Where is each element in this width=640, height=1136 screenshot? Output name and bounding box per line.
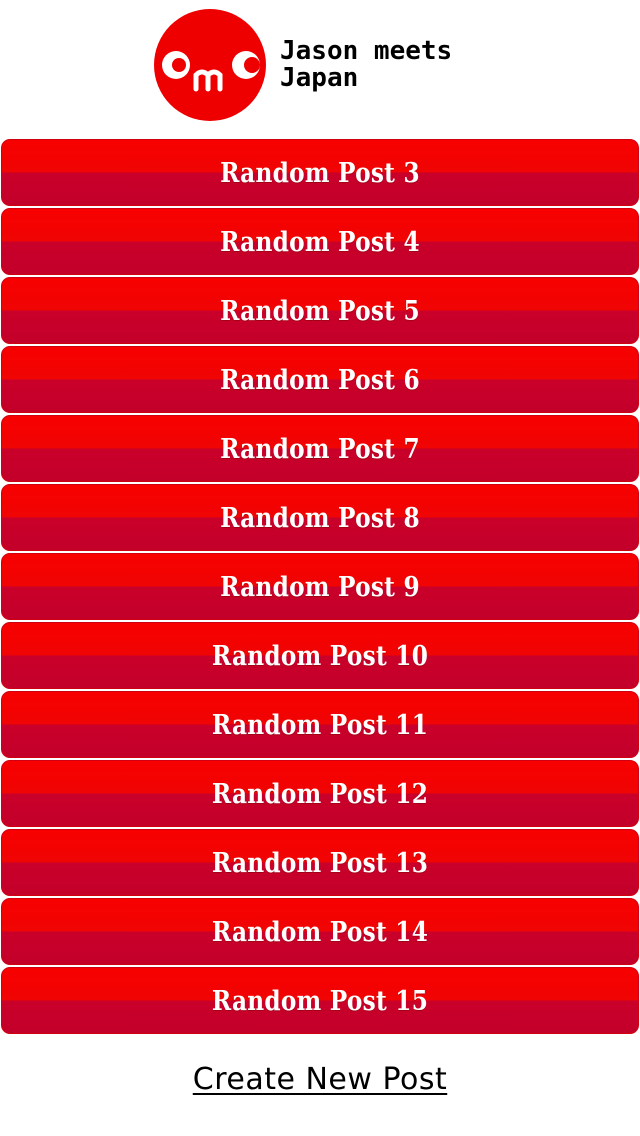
site-title-line2: Japan: [280, 63, 359, 93]
post-button-label: Random Post 4: [220, 227, 420, 258]
omc-face-icon: [162, 51, 260, 92]
post-button[interactable]: Random Post 6: [1, 346, 639, 413]
post-list: Random Post 3 Random Post 4 Random Post …: [0, 139, 640, 1036]
post-button-label: Random Post 11: [211, 710, 429, 741]
post-button-label: Random Post 13: [211, 848, 429, 879]
site-title: Jason meets Japan: [280, 38, 510, 92]
post-button[interactable]: Random Post 7: [1, 415, 639, 482]
post-button[interactable]: Random Post 10: [1, 622, 639, 689]
post-button-label: Random Post 8: [220, 503, 420, 534]
create-post-container: Create New Post: [0, 1062, 640, 1097]
post-button[interactable]: Random Post 8: [1, 484, 639, 551]
post-button-label: Random Post 9: [220, 572, 420, 603]
post-button-label: Random Post 10: [211, 641, 429, 672]
post-button[interactable]: Random Post 15: [1, 967, 639, 1034]
post-button[interactable]: Random Post 13: [1, 829, 639, 896]
post-button-label: Random Post 12: [211, 779, 429, 810]
post-button[interactable]: Random Post 9: [1, 553, 639, 620]
post-button-label: Random Post 7: [220, 434, 420, 465]
post-button-label: Random Post 6: [220, 365, 420, 396]
app-header: Jason meets Japan: [0, 0, 640, 132]
post-button[interactable]: Random Post 14: [1, 898, 639, 965]
post-button-label: Random Post 3: [220, 158, 420, 189]
post-button-label: Random Post 5: [220, 296, 420, 327]
post-button[interactable]: Random Post 5: [1, 277, 639, 344]
post-button[interactable]: Random Post 4: [1, 208, 639, 275]
post-button[interactable]: Random Post 11: [1, 691, 639, 758]
site-title-line1: Jason meets: [280, 36, 453, 66]
omc-logo-icon[interactable]: [154, 9, 266, 121]
post-button-label: Random Post 14: [211, 917, 429, 948]
post-button[interactable]: Random Post 12: [1, 760, 639, 827]
post-button[interactable]: Random Post 3: [1, 139, 639, 206]
post-button-label: Random Post 15: [211, 986, 429, 1017]
create-new-post-link[interactable]: Create New Post: [193, 1062, 447, 1097]
